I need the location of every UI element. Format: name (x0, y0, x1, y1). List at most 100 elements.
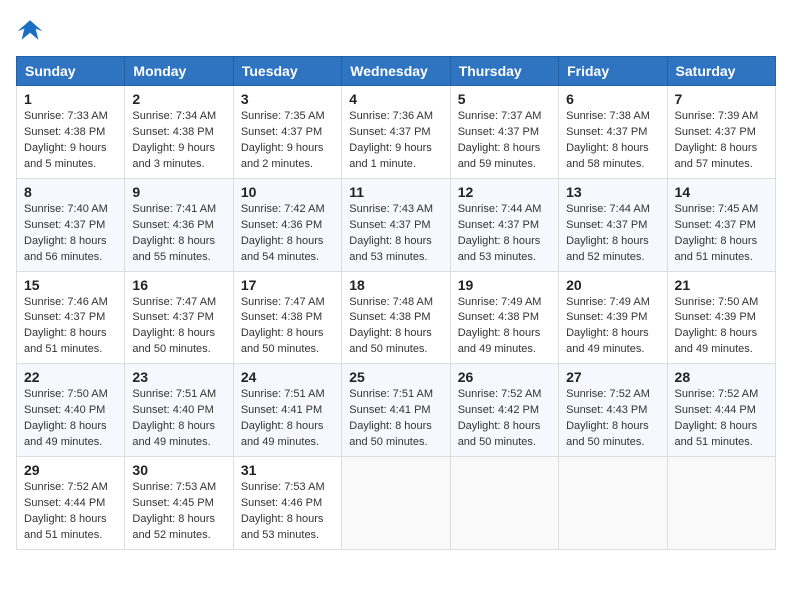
day-number: 29 (24, 462, 117, 478)
day-number: 28 (675, 369, 768, 385)
day-info: Sunrise: 7:46 AM Sunset: 4:37 PM Dayligh… (24, 295, 117, 359)
day-number: 31 (241, 462, 334, 478)
calendar-cell: 11 Sunrise: 7:43 AM Sunset: 4:37 PM Dayl… (342, 178, 450, 271)
calendar-cell: 20 Sunrise: 7:49 AM Sunset: 4:39 PM Dayl… (559, 271, 667, 364)
calendar-header-wednesday: Wednesday (342, 57, 450, 86)
calendar-header-row: SundayMondayTuesdayWednesdayThursdayFrid… (17, 57, 776, 86)
day-info: Sunrise: 7:52 AM Sunset: 4:43 PM Dayligh… (566, 387, 659, 451)
day-number: 30 (132, 462, 225, 478)
calendar-cell: 19 Sunrise: 7:49 AM Sunset: 4:38 PM Dayl… (450, 271, 558, 364)
calendar-week-row: 15 Sunrise: 7:46 AM Sunset: 4:37 PM Dayl… (17, 271, 776, 364)
day-number: 17 (241, 277, 334, 293)
calendar-cell: 9 Sunrise: 7:41 AM Sunset: 4:36 PM Dayli… (125, 178, 233, 271)
calendar-cell: 15 Sunrise: 7:46 AM Sunset: 4:37 PM Dayl… (17, 271, 125, 364)
calendar-cell: 3 Sunrise: 7:35 AM Sunset: 4:37 PM Dayli… (233, 86, 341, 179)
day-number: 23 (132, 369, 225, 385)
calendar-cell: 14 Sunrise: 7:45 AM Sunset: 4:37 PM Dayl… (667, 178, 775, 271)
day-info: Sunrise: 7:44 AM Sunset: 4:37 PM Dayligh… (458, 202, 551, 266)
day-info: Sunrise: 7:53 AM Sunset: 4:46 PM Dayligh… (241, 480, 334, 544)
calendar-cell: 25 Sunrise: 7:51 AM Sunset: 4:41 PM Dayl… (342, 364, 450, 457)
day-number: 9 (132, 184, 225, 200)
day-number: 20 (566, 277, 659, 293)
calendar-cell: 1 Sunrise: 7:33 AM Sunset: 4:38 PM Dayli… (17, 86, 125, 179)
day-info: Sunrise: 7:42 AM Sunset: 4:36 PM Dayligh… (241, 202, 334, 266)
day-info: Sunrise: 7:50 AM Sunset: 4:39 PM Dayligh… (675, 295, 768, 359)
day-info: Sunrise: 7:40 AM Sunset: 4:37 PM Dayligh… (24, 202, 117, 266)
calendar-cell (450, 457, 558, 550)
day-number: 3 (241, 91, 334, 107)
day-info: Sunrise: 7:49 AM Sunset: 4:38 PM Dayligh… (458, 295, 551, 359)
calendar-cell (342, 457, 450, 550)
calendar-cell (667, 457, 775, 550)
day-number: 4 (349, 91, 442, 107)
calendar-cell: 7 Sunrise: 7:39 AM Sunset: 4:37 PM Dayli… (667, 86, 775, 179)
day-info: Sunrise: 7:49 AM Sunset: 4:39 PM Dayligh… (566, 295, 659, 359)
calendar-header-tuesday: Tuesday (233, 57, 341, 86)
day-number: 15 (24, 277, 117, 293)
calendar-cell: 4 Sunrise: 7:36 AM Sunset: 4:37 PM Dayli… (342, 86, 450, 179)
calendar-cell: 12 Sunrise: 7:44 AM Sunset: 4:37 PM Dayl… (450, 178, 558, 271)
calendar-table: SundayMondayTuesdayWednesdayThursdayFrid… (16, 56, 776, 550)
day-info: Sunrise: 7:43 AM Sunset: 4:37 PM Dayligh… (349, 202, 442, 266)
calendar-week-row: 22 Sunrise: 7:50 AM Sunset: 4:40 PM Dayl… (17, 364, 776, 457)
day-number: 2 (132, 91, 225, 107)
calendar-cell: 6 Sunrise: 7:38 AM Sunset: 4:37 PM Dayli… (559, 86, 667, 179)
calendar-cell: 8 Sunrise: 7:40 AM Sunset: 4:37 PM Dayli… (17, 178, 125, 271)
day-number: 21 (675, 277, 768, 293)
day-number: 16 (132, 277, 225, 293)
day-info: Sunrise: 7:52 AM Sunset: 4:42 PM Dayligh… (458, 387, 551, 451)
day-number: 24 (241, 369, 334, 385)
day-number: 5 (458, 91, 551, 107)
day-info: Sunrise: 7:52 AM Sunset: 4:44 PM Dayligh… (675, 387, 768, 451)
day-info: Sunrise: 7:50 AM Sunset: 4:40 PM Dayligh… (24, 387, 117, 451)
calendar-cell: 5 Sunrise: 7:37 AM Sunset: 4:37 PM Dayli… (450, 86, 558, 179)
calendar-cell: 31 Sunrise: 7:53 AM Sunset: 4:46 PM Dayl… (233, 457, 341, 550)
calendar-cell: 26 Sunrise: 7:52 AM Sunset: 4:42 PM Dayl… (450, 364, 558, 457)
day-info: Sunrise: 7:33 AM Sunset: 4:38 PM Dayligh… (24, 109, 117, 173)
calendar-cell: 13 Sunrise: 7:44 AM Sunset: 4:37 PM Dayl… (559, 178, 667, 271)
day-info: Sunrise: 7:52 AM Sunset: 4:44 PM Dayligh… (24, 480, 117, 544)
day-info: Sunrise: 7:47 AM Sunset: 4:37 PM Dayligh… (132, 295, 225, 359)
day-number: 6 (566, 91, 659, 107)
day-info: Sunrise: 7:35 AM Sunset: 4:37 PM Dayligh… (241, 109, 334, 173)
calendar-cell: 27 Sunrise: 7:52 AM Sunset: 4:43 PM Dayl… (559, 364, 667, 457)
day-number: 13 (566, 184, 659, 200)
page-header (16, 16, 776, 44)
logo-bird-icon (16, 16, 44, 44)
calendar-header-sunday: Sunday (17, 57, 125, 86)
day-number: 19 (458, 277, 551, 293)
day-info: Sunrise: 7:36 AM Sunset: 4:37 PM Dayligh… (349, 109, 442, 173)
calendar-header-friday: Friday (559, 57, 667, 86)
day-number: 22 (24, 369, 117, 385)
calendar-cell: 2 Sunrise: 7:34 AM Sunset: 4:38 PM Dayli… (125, 86, 233, 179)
day-info: Sunrise: 7:38 AM Sunset: 4:37 PM Dayligh… (566, 109, 659, 173)
calendar-cell: 10 Sunrise: 7:42 AM Sunset: 4:36 PM Dayl… (233, 178, 341, 271)
calendar-cell: 28 Sunrise: 7:52 AM Sunset: 4:44 PM Dayl… (667, 364, 775, 457)
day-number: 11 (349, 184, 442, 200)
calendar-cell: 21 Sunrise: 7:50 AM Sunset: 4:39 PM Dayl… (667, 271, 775, 364)
day-number: 10 (241, 184, 334, 200)
day-number: 27 (566, 369, 659, 385)
calendar-cell: 16 Sunrise: 7:47 AM Sunset: 4:37 PM Dayl… (125, 271, 233, 364)
day-info: Sunrise: 7:45 AM Sunset: 4:37 PM Dayligh… (675, 202, 768, 266)
calendar-cell: 29 Sunrise: 7:52 AM Sunset: 4:44 PM Dayl… (17, 457, 125, 550)
day-info: Sunrise: 7:34 AM Sunset: 4:38 PM Dayligh… (132, 109, 225, 173)
calendar-week-row: 8 Sunrise: 7:40 AM Sunset: 4:37 PM Dayli… (17, 178, 776, 271)
calendar-week-row: 29 Sunrise: 7:52 AM Sunset: 4:44 PM Dayl… (17, 457, 776, 550)
calendar-cell: 23 Sunrise: 7:51 AM Sunset: 4:40 PM Dayl… (125, 364, 233, 457)
day-number: 18 (349, 277, 442, 293)
day-number: 14 (675, 184, 768, 200)
day-info: Sunrise: 7:53 AM Sunset: 4:45 PM Dayligh… (132, 480, 225, 544)
calendar-cell (559, 457, 667, 550)
day-number: 12 (458, 184, 551, 200)
logo (16, 16, 48, 44)
calendar-cell: 22 Sunrise: 7:50 AM Sunset: 4:40 PM Dayl… (17, 364, 125, 457)
day-number: 1 (24, 91, 117, 107)
day-info: Sunrise: 7:39 AM Sunset: 4:37 PM Dayligh… (675, 109, 768, 173)
day-info: Sunrise: 7:51 AM Sunset: 4:41 PM Dayligh… (241, 387, 334, 451)
day-info: Sunrise: 7:48 AM Sunset: 4:38 PM Dayligh… (349, 295, 442, 359)
day-number: 7 (675, 91, 768, 107)
calendar-cell: 24 Sunrise: 7:51 AM Sunset: 4:41 PM Dayl… (233, 364, 341, 457)
day-info: Sunrise: 7:47 AM Sunset: 4:38 PM Dayligh… (241, 295, 334, 359)
day-info: Sunrise: 7:37 AM Sunset: 4:37 PM Dayligh… (458, 109, 551, 173)
